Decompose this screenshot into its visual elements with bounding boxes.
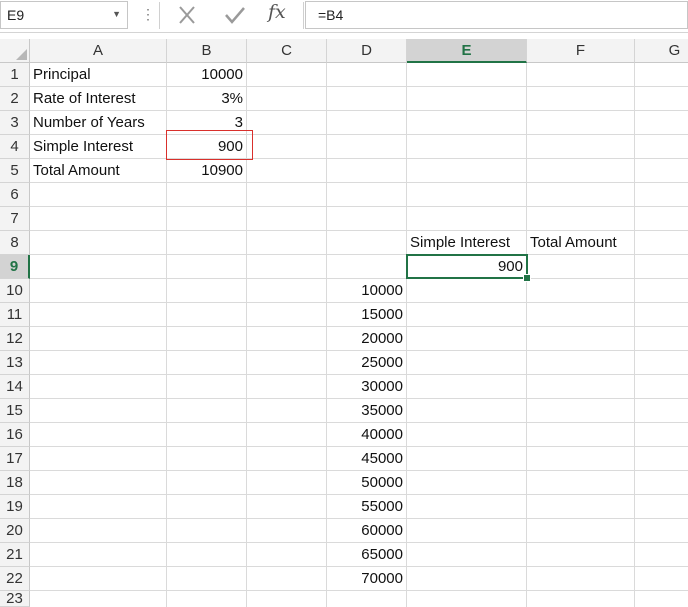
gridline	[30, 206, 688, 207]
select-all-triangle-icon	[16, 49, 27, 60]
cell-a2[interactable]: Rate of Interest	[30, 87, 166, 111]
formula-text: =B4	[318, 7, 344, 23]
chevron-down-icon[interactable]: ▼	[112, 9, 121, 19]
row-header[interactable]: 14	[0, 375, 30, 399]
enter-check-icon[interactable]	[222, 4, 248, 26]
column-header-f[interactable]: F	[527, 39, 635, 63]
row-header[interactable]: 10	[0, 279, 30, 303]
cell-d22[interactable]: 70000	[327, 567, 407, 591]
cell-d21[interactable]: 65000	[327, 543, 407, 567]
cell-d12[interactable]: 20000	[327, 327, 407, 351]
active-cell-selection[interactable]	[406, 254, 528, 279]
formula-bar-divider	[303, 2, 304, 29]
cell-d14[interactable]: 30000	[327, 375, 407, 399]
cell-d13[interactable]: 25000	[327, 351, 407, 375]
gridline	[634, 63, 635, 607]
row-header[interactable]: 4	[0, 135, 30, 159]
cell-e8[interactable]: Simple Interest	[407, 231, 527, 255]
cell-b5[interactable]: 10900	[167, 159, 247, 183]
cancel-icon[interactable]	[174, 4, 200, 26]
row-header[interactable]: 20	[0, 519, 30, 543]
cell-d17[interactable]: 45000	[327, 447, 407, 471]
cell-d11[interactable]: 15000	[327, 303, 407, 327]
name-box-value: E9	[7, 7, 25, 23]
column-header-a[interactable]: A	[30, 39, 167, 63]
column-header-d[interactable]: D	[327, 39, 407, 63]
row-header[interactable]: 9	[0, 255, 30, 279]
row-header[interactable]: 5	[0, 159, 30, 183]
cell-d10[interactable]: 10000	[327, 279, 407, 303]
cell-d19[interactable]: 55000	[327, 495, 407, 519]
row-header[interactable]: 3	[0, 111, 30, 135]
cell-d15[interactable]: 35000	[327, 399, 407, 423]
cell-f8[interactable]: Total Amount	[527, 231, 635, 255]
row-header[interactable]: 16	[0, 423, 30, 447]
select-all-button[interactable]	[0, 39, 30, 63]
highlight-box-b4	[166, 130, 253, 160]
column-header-b[interactable]: B	[167, 39, 247, 63]
formula-bar: E9 ▼ ⋮ fx =B4	[0, 0, 688, 33]
cell-d18[interactable]: 50000	[327, 471, 407, 495]
cell-b1[interactable]: 10000	[167, 63, 247, 87]
row-header[interactable]: 13	[0, 351, 30, 375]
formula-input[interactable]: =B4	[305, 1, 688, 29]
insert-function-icon[interactable]: fx	[268, 1, 286, 23]
cell-d16[interactable]: 40000	[327, 423, 407, 447]
cell-a5[interactable]: Total Amount	[30, 159, 166, 183]
cell-a3[interactable]: Number of Years	[30, 111, 166, 135]
row-header[interactable]: 15	[0, 399, 30, 423]
fill-handle[interactable]	[523, 274, 531, 282]
name-box[interactable]: E9 ▼	[0, 1, 128, 29]
row-header[interactable]: 23	[0, 591, 30, 607]
column-header-g[interactable]: G	[635, 39, 688, 63]
cell-b2[interactable]: 3%	[167, 87, 247, 111]
row-header[interactable]: 7	[0, 207, 30, 231]
row-header[interactable]: 11	[0, 303, 30, 327]
row-header[interactable]: 19	[0, 495, 30, 519]
row-header[interactable]: 8	[0, 231, 30, 255]
gridline	[526, 63, 527, 607]
row-header[interactable]: 2	[0, 87, 30, 111]
row-header[interactable]: 17	[0, 447, 30, 471]
cell-a1[interactable]: Principal	[30, 63, 166, 87]
row-header[interactable]: 21	[0, 543, 30, 567]
row-header[interactable]: 12	[0, 327, 30, 351]
formula-bar-divider	[159, 2, 160, 29]
column-header-e[interactable]: E	[407, 39, 527, 63]
cell-a4[interactable]: Simple Interest	[30, 135, 166, 159]
cell-d20[interactable]: 60000	[327, 519, 407, 543]
column-header-c[interactable]: C	[247, 39, 327, 63]
more-options-icon[interactable]: ⋮	[141, 6, 155, 23]
row-header[interactable]: 6	[0, 183, 30, 207]
row-header[interactable]: 18	[0, 471, 30, 495]
row-header[interactable]: 22	[0, 567, 30, 591]
row-header[interactable]: 1	[0, 63, 30, 87]
